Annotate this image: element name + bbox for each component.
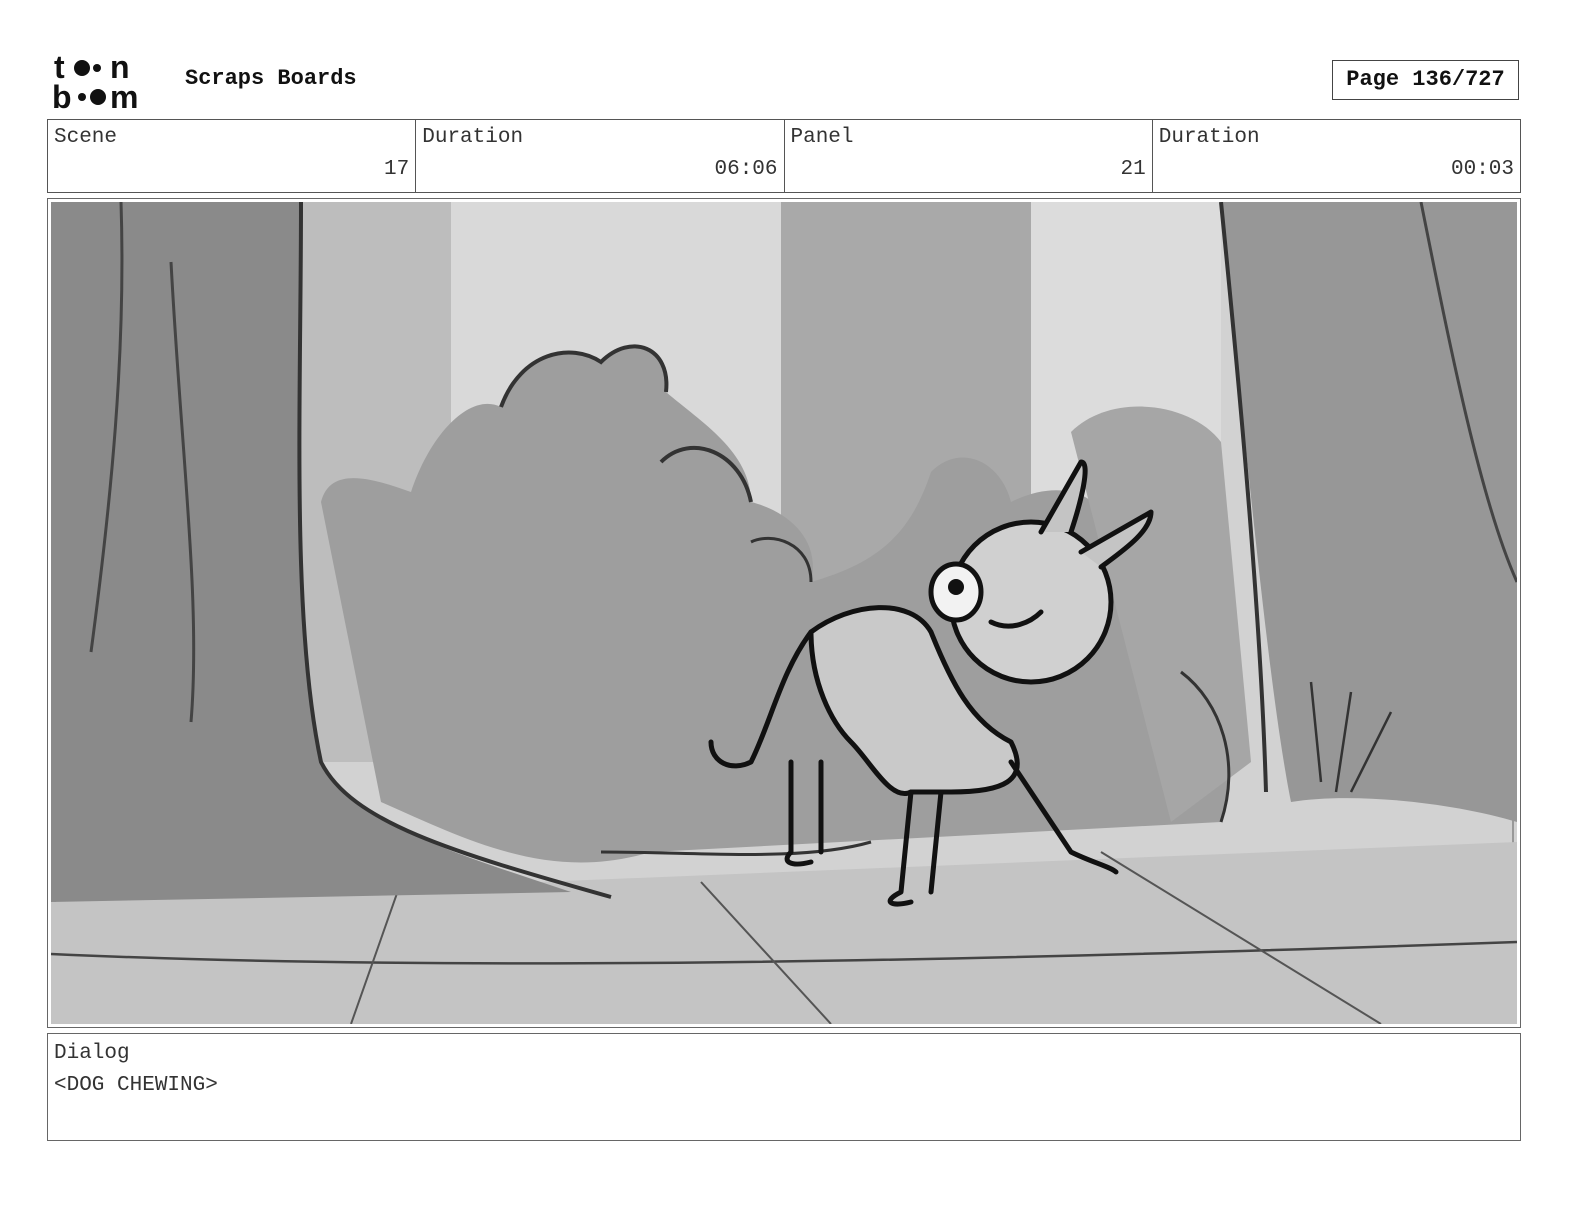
panel-cell: Panel 21 <box>783 120 1152 192</box>
svg-text:b: b <box>52 79 72 112</box>
panel-label: Panel <box>790 126 854 149</box>
scene-value: 17 <box>384 158 410 181</box>
toon-boom-logo: t n b m <box>52 50 164 112</box>
board-title: Scraps Boards <box>185 66 357 91</box>
scene-info-row: Scene 17 Duration 06:06 Panel 21 Duratio… <box>47 119 1521 193</box>
dialog-box: Dialog <DOG CHEWING> <box>47 1033 1521 1141</box>
scene-duration-cell: Duration 06:06 <box>415 120 783 192</box>
storyboard-panel <box>47 198 1521 1028</box>
panel-duration-label: Duration <box>1158 126 1260 149</box>
panel-value: 21 <box>1120 158 1146 181</box>
scene-duration-value: 06:06 <box>714 158 778 181</box>
page-indicator: Page 136/727 <box>1332 60 1519 100</box>
scene-duration-label: Duration <box>422 126 524 149</box>
scene-cell: Scene 17 <box>48 120 415 192</box>
dialog-label: Dialog <box>54 1042 130 1065</box>
panel-duration-value: 00:03 <box>1450 158 1514 181</box>
panel-duration-cell: Duration 00:03 <box>1151 120 1520 192</box>
scene-label: Scene <box>54 126 118 149</box>
svg-text:m: m <box>110 79 138 112</box>
storyboard-sketch-image <box>51 202 1517 1024</box>
dialog-text: <DOG CHEWING> <box>54 1074 218 1097</box>
